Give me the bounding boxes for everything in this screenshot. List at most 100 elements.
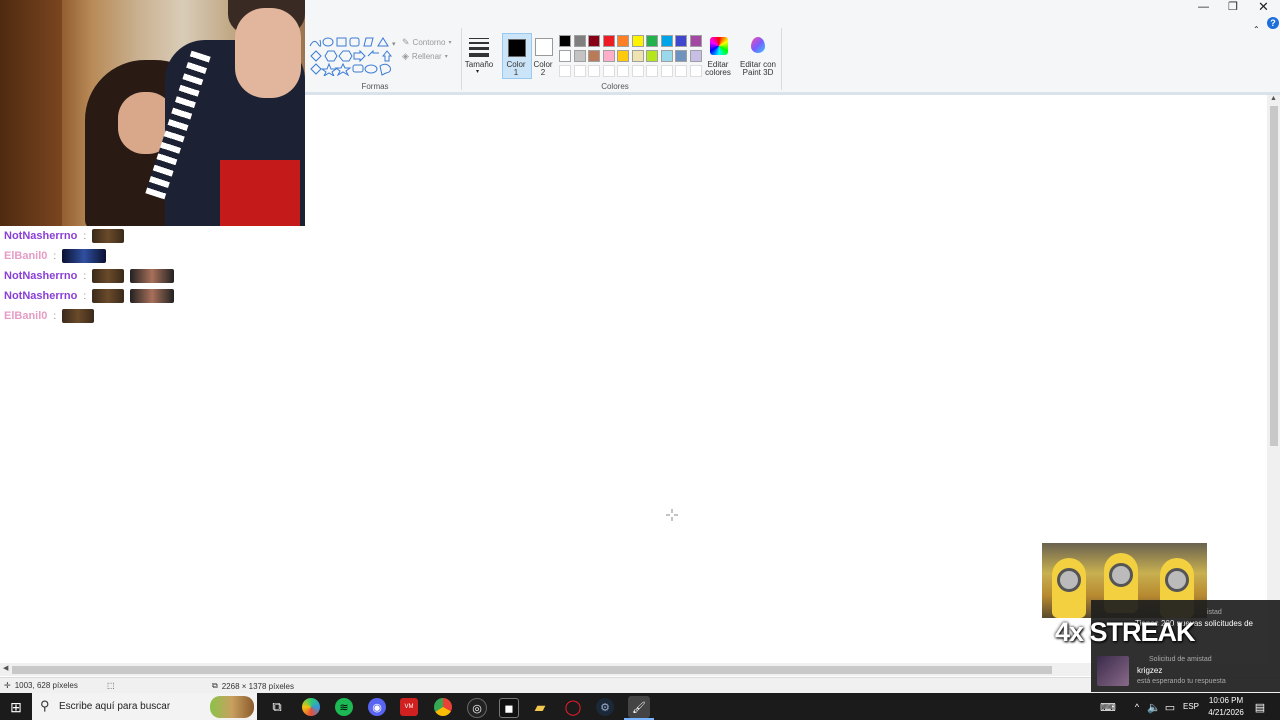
minimize-icon[interactable]: — [1198,1,1209,13]
palette-custom-swatch[interactable] [573,65,586,77]
notification-user: krigzez [1137,666,1163,675]
chat-emote [62,309,95,323]
paint-ribbon: ▾ Formas ✎ Contorno ▾ ◈ Rellenar ▾ Tamañ… [305,0,1280,95]
palette-custom-swatch[interactable] [675,65,687,77]
copilot-icon[interactable] [302,698,320,716]
palette-swatch[interactable] [660,35,673,47]
avatar [1097,656,1129,686]
crosshair-cursor-icon [666,509,678,521]
palette-swatch[interactable] [588,35,600,47]
chat-username: ElBanil0 [4,250,48,262]
palette-custom-swatch[interactable] [646,65,658,77]
palette-custom-swatch[interactable] [588,65,600,77]
shapes-gallery[interactable] [308,36,396,76]
palette-custom-swatch[interactable] [559,65,571,77]
app-icon[interactable]: ◼ [499,698,519,718]
language-indicator[interactable]: ESP [1183,702,1199,711]
obs-icon[interactable]: ◎ [467,698,487,718]
notification-subtitle: está esperando tu respuesta [1137,678,1226,685]
palette-swatch[interactable] [559,50,571,62]
paint3d-icon[interactable] [751,37,765,53]
palette-swatch[interactable] [573,35,586,47]
search-placeholder: Escribe aquí para buscar [59,701,171,712]
palette-swatch[interactable] [573,50,586,62]
scroll-up-icon[interactable]: ▲ [1270,95,1277,102]
palette-custom-swatch[interactable] [631,65,644,77]
spotify-icon[interactable]: ≋ [335,698,353,716]
edit-colors-icon[interactable] [710,37,728,55]
keyboard-icon[interactable]: ⌨ [1099,698,1117,716]
paint-taskbar-icon[interactable]: 🖌 [628,696,650,718]
fill-dropdown[interactable]: ◈ Rellenar ▾ [402,51,448,62]
palette-swatch[interactable] [689,50,702,62]
opera-icon[interactable]: ◯ [564,698,582,716]
vertical-scroll-thumb[interactable] [1270,106,1278,446]
windows-start-icon[interactable]: ⊞ [7,698,25,716]
palette-swatch[interactable] [617,50,629,62]
palette-swatch[interactable] [646,50,658,62]
outline-dropdown[interactable]: ✎ Contorno ▾ [402,37,451,48]
palette-swatch[interactable] [631,35,644,47]
color1-swatch [508,39,526,57]
palette-swatch[interactable] [559,35,571,47]
palette-swatch[interactable] [660,50,673,62]
task-view-icon[interactable]: ⧉ [268,698,286,716]
image-size-icon: ⧉ [212,681,218,690]
shapes-group-label: Formas [361,82,389,91]
palette-swatch[interactable] [617,35,629,47]
palette-swatch[interactable] [631,50,644,62]
close-icon[interactable]: ✕ [1258,0,1269,15]
chat-separator: : [83,230,87,242]
ribbon-collapse-icon[interactable]: ⌃ [1253,25,1260,34]
color2-button[interactable] [535,38,553,56]
palette-swatch[interactable] [689,35,702,47]
taskbar-search[interactable]: ⚲ Escribe aquí para buscar [32,693,257,720]
palette-swatch[interactable] [646,35,658,47]
pencil-icon: ✎ [402,37,410,47]
chat-separator: : [83,290,87,302]
chevron-down-icon: ▾ [444,54,448,60]
horizontal-scroll-thumb[interactable] [12,666,1052,674]
size-button[interactable] [467,36,491,58]
chat-emote [130,269,175,283]
steam-icon[interactable]: ⚙ [596,698,614,716]
chat-username: NotNasherrno [4,290,78,302]
scroll-left-icon[interactable]: ◀ [3,664,8,672]
shapes-scroll-icon[interactable]: ▾ [392,40,396,48]
image-size: 2268 × 1378 píxeles [221,681,294,691]
notifications-icon[interactable]: ▤ [1251,698,1269,716]
chat-emote [92,269,125,283]
palette-custom-swatch[interactable] [617,65,629,77]
palette-swatch[interactable] [675,50,687,62]
color-palette[interactable] [559,35,709,80]
discord-icon[interactable]: ◉ [368,698,386,716]
color2-label-line2: 2 [540,68,546,77]
webcam-face-right [235,8,301,98]
file-explorer-icon[interactable]: ▰ [531,698,549,716]
voicemeeter-icon[interactable]: VM [400,698,418,716]
help-icon[interactable]: ? [1267,17,1279,29]
chat-message: ElBanil0: [4,246,304,266]
chat-username: ElBanil0 [4,310,48,322]
palette-custom-swatch[interactable] [660,65,673,77]
chat-username: NotNasherrno [4,230,78,242]
clock-time[interactable]: 10:06 PM [1208,696,1244,705]
taskbar: ⊞ ⚲ Escribe aquí para buscar ⧉ ≋ ◉ VM ◎ … [0,693,1280,720]
colors-group-label: Colores [601,82,629,91]
clock-date[interactable]: 4/21/2026 [1204,708,1248,717]
palette-swatch[interactable] [675,35,687,47]
palette-swatch[interactable] [602,50,615,62]
restore-icon[interactable]: ❐ [1228,0,1238,13]
cursor-position: 1003, 628 píxeles [14,681,78,690]
show-hidden-icons-icon[interactable]: ^ [1128,698,1146,716]
palette-custom-swatch[interactable] [689,65,702,77]
palette-swatch[interactable] [602,35,615,47]
chat-emote [92,289,125,303]
stream-chat: NotNasherrno: ElBanil0: NotNasherrno: NotNa… [4,226,304,326]
palette-custom-swatch[interactable] [602,65,615,77]
webcam-door [0,0,62,226]
search-icon: ⚲ [40,698,50,713]
chrome-icon[interactable] [434,698,452,716]
palette-swatch[interactable] [588,50,600,62]
network-icon[interactable]: ▭ [1161,698,1179,716]
